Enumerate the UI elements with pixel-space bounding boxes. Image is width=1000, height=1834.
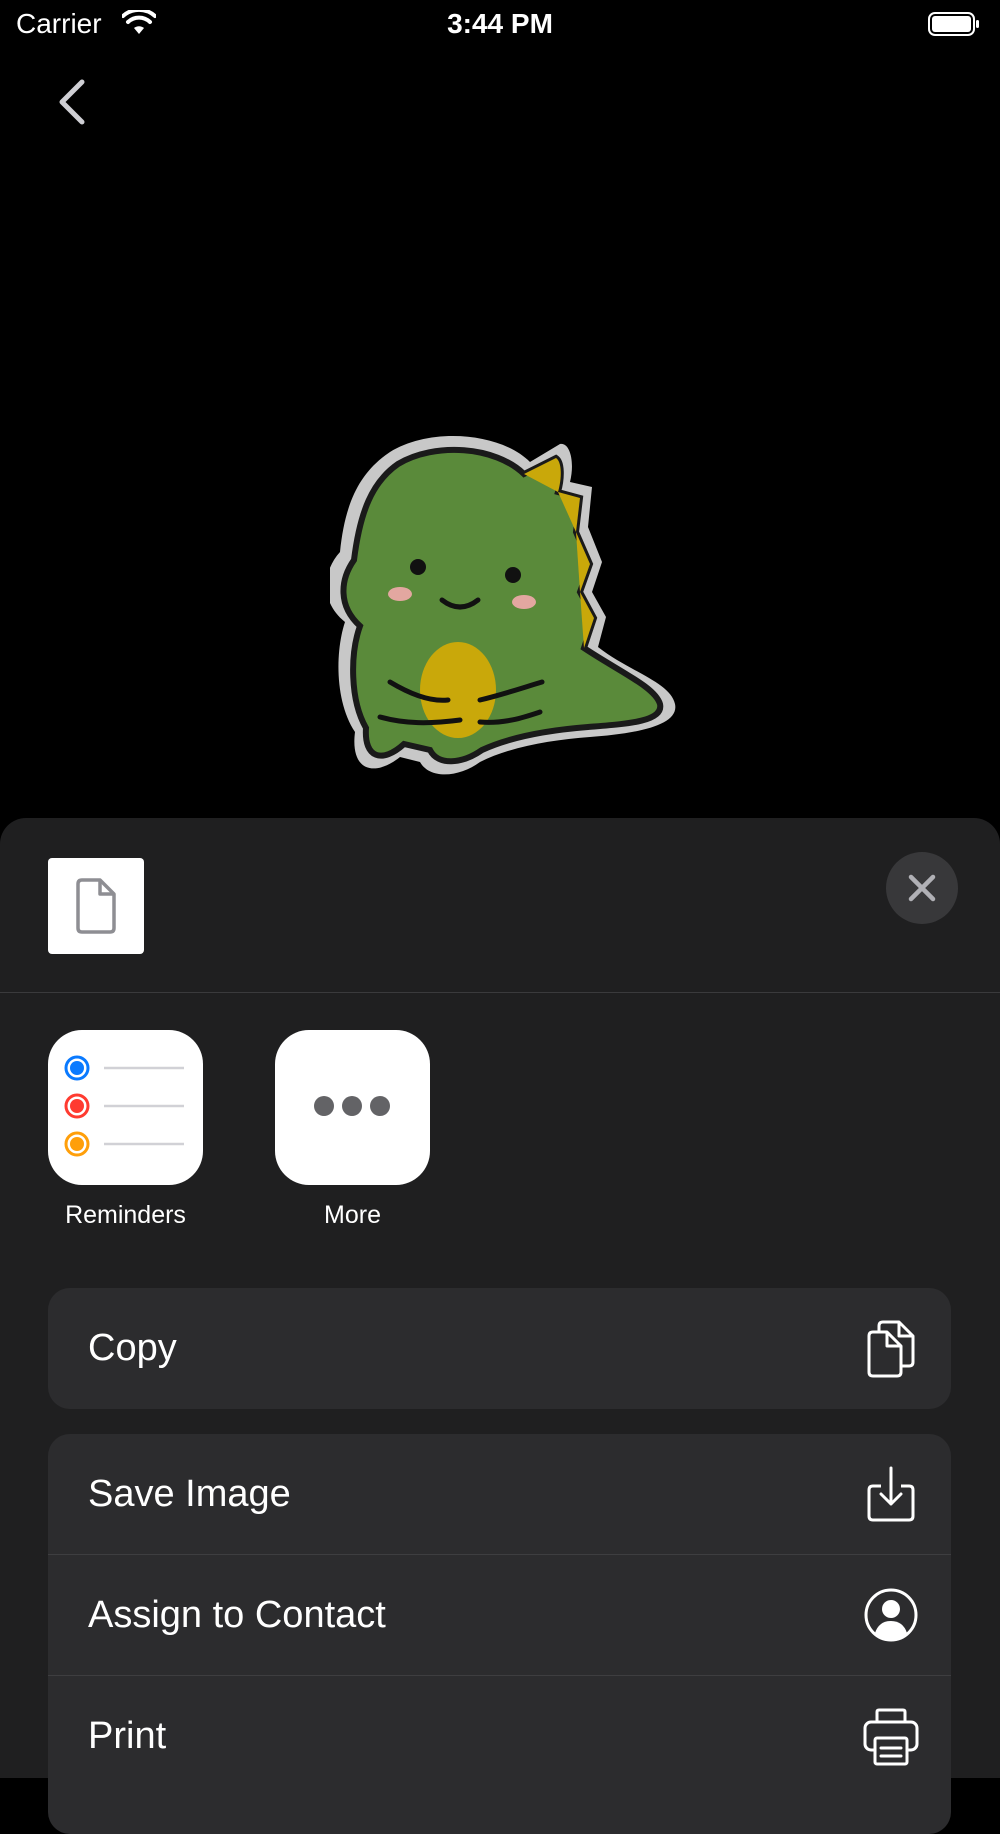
app-label-reminders: Reminders xyxy=(65,1201,186,1229)
close-button[interactable] xyxy=(886,852,958,924)
person-circle-icon xyxy=(864,1588,918,1642)
print-action[interactable]: Print xyxy=(48,1676,951,1797)
app-reminders[interactable]: Reminders xyxy=(48,1030,203,1230)
app-more[interactable]: More xyxy=(275,1030,430,1230)
save-image-action[interactable]: Save Image xyxy=(48,1434,951,1555)
dinosaur-sticker-image xyxy=(330,436,676,775)
actions-group: Save Image Assign to Contact Print xyxy=(48,1434,951,1834)
header-divider xyxy=(0,992,1000,993)
copy-group: Copy xyxy=(48,1288,951,1409)
reminders-icon xyxy=(48,1030,203,1185)
status-bar: Carrier 3:44 PM xyxy=(0,0,1000,50)
share-sheet: Reminders More Copy Save Image Assign to… xyxy=(0,818,1000,1834)
copy-icon xyxy=(867,1320,915,1378)
print-label: Print xyxy=(88,1715,167,1757)
back-button[interactable] xyxy=(52,76,92,128)
document-icon xyxy=(76,878,116,934)
copy-label: Copy xyxy=(88,1327,177,1369)
save-download-icon xyxy=(867,1466,915,1522)
document-preview xyxy=(48,858,144,954)
save-image-label: Save Image xyxy=(88,1473,291,1515)
chevron-left-icon xyxy=(59,79,85,125)
battery-icon xyxy=(928,12,979,36)
printer-icon xyxy=(863,1708,919,1766)
close-icon xyxy=(908,874,936,902)
more-icon xyxy=(275,1030,430,1185)
assign-to-contact-label: Assign to Contact xyxy=(88,1594,386,1636)
assign-to-contact-action[interactable]: Assign to Contact xyxy=(48,1555,951,1676)
app-label-more: More xyxy=(324,1201,381,1229)
status-time: 3:44 PM xyxy=(447,8,553,39)
copy-action[interactable]: Copy xyxy=(48,1288,951,1409)
